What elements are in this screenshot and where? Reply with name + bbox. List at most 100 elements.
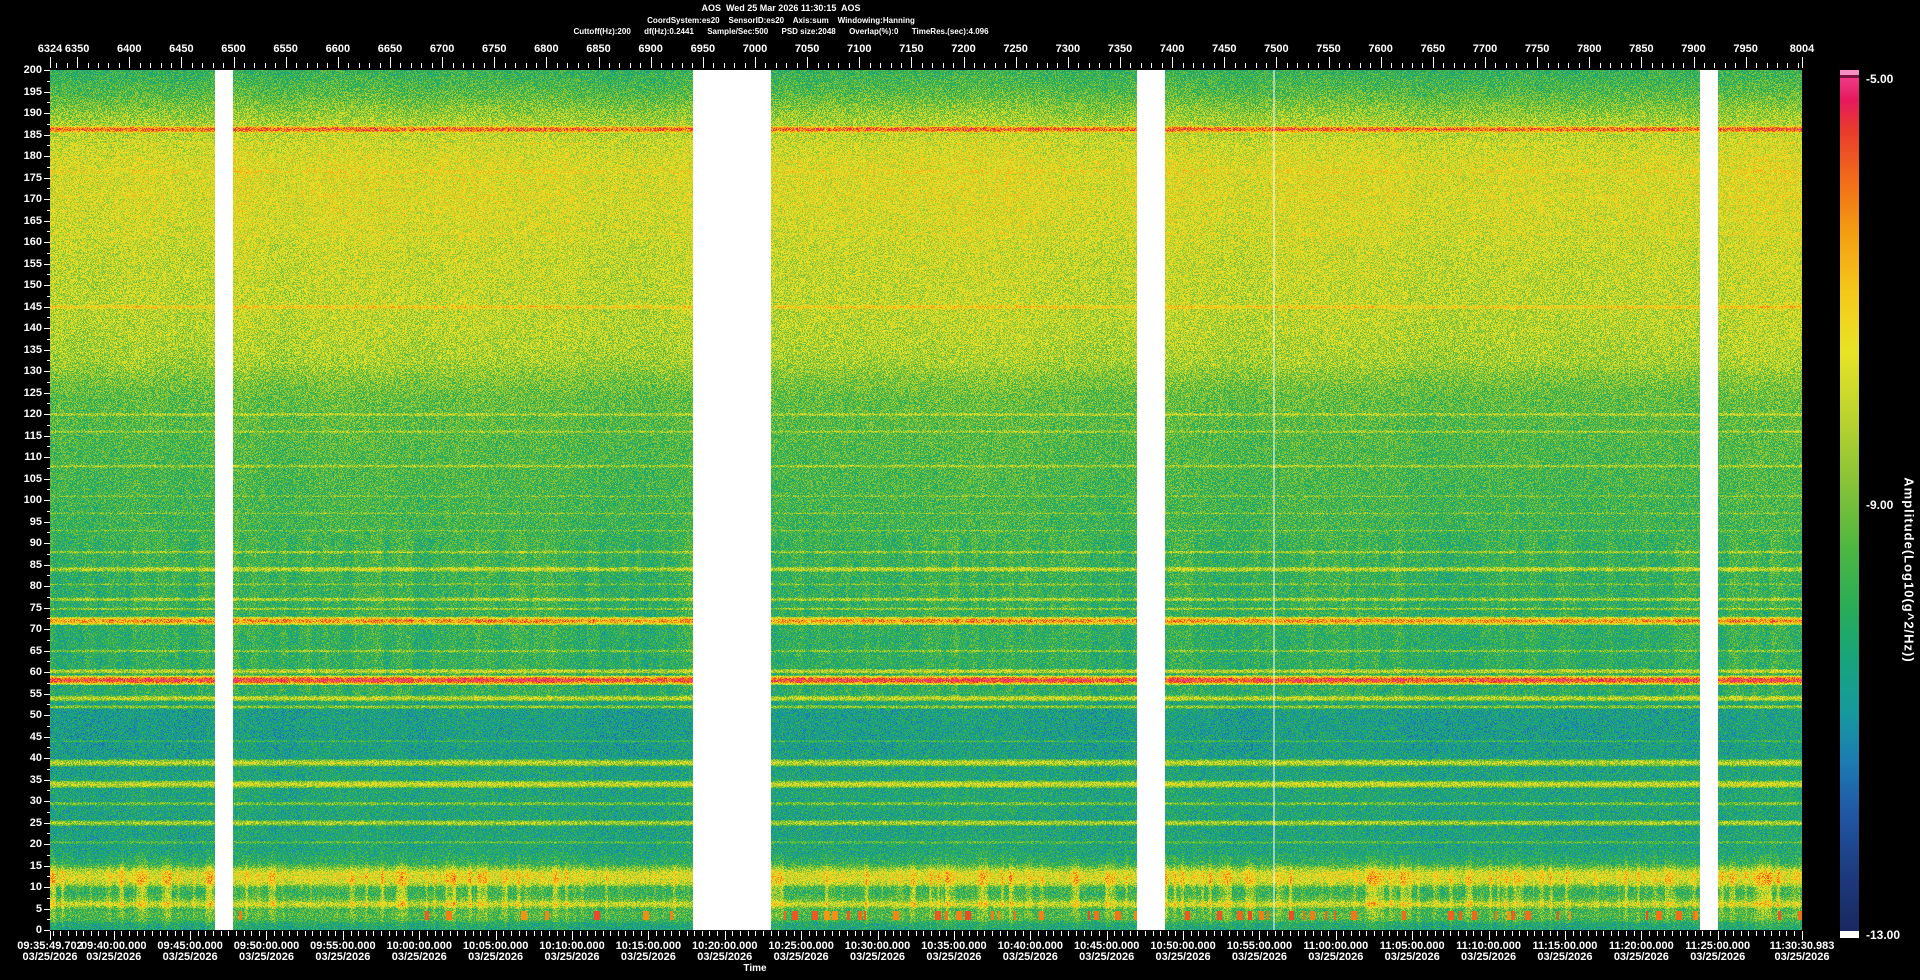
top-axis-minor-tick — [891, 63, 892, 68]
time-axis-minor-tick — [1137, 931, 1138, 936]
top-axis-minor-tick — [849, 63, 850, 68]
time-axis-minor-tick — [68, 931, 69, 936]
freq-axis-minor-tick — [47, 898, 50, 899]
time-axis-minor-tick — [1030, 931, 1031, 936]
time-axis-minor-tick — [786, 931, 787, 936]
top-axis-minor-tick — [1714, 63, 1715, 68]
top-axis-minor-tick — [1527, 63, 1528, 68]
time-axis-minor-tick — [923, 931, 924, 936]
freq-axis-major-tick — [44, 909, 50, 910]
top-axis-minor-tick — [98, 63, 99, 68]
freq-axis-major-tick — [44, 156, 50, 157]
top-axis-tick-label: 6324 — [37, 43, 63, 55]
top-axis-minor-tick — [223, 63, 224, 68]
top-axis-tick-label: 7050 — [794, 43, 820, 55]
top-axis-minor-tick — [567, 63, 568, 68]
top-axis-minor-tick — [317, 63, 318, 68]
time-axis-minor-tick — [794, 931, 795, 936]
top-axis-minor-tick — [1610, 63, 1611, 68]
freq-axis-minor-tick — [47, 683, 50, 684]
top-axis-tick-label: 7600 — [1368, 43, 1393, 55]
top-axis-minor-tick — [484, 63, 485, 68]
freq-axis-minor-tick — [47, 167, 50, 168]
top-axis-minor-tick — [1183, 63, 1184, 68]
freq-axis-tick-label: 120 — [23, 408, 42, 420]
freq-axis-tick-label: 0 — [35, 924, 42, 936]
time-axis-minor-tick — [1114, 931, 1115, 936]
time-axis-minor-tick — [1046, 931, 1047, 936]
time-axis-minor-tick — [984, 931, 985, 936]
time-axis-tick-date: 03/25/2026 — [238, 951, 295, 963]
top-axis-minor-tick — [369, 63, 370, 68]
time-axis-minor-tick — [259, 931, 260, 936]
spectrogram-canvas — [50, 70, 1802, 930]
top-axis-tick-label: 7450 — [1212, 43, 1237, 55]
top-axis-minor-tick — [870, 63, 871, 68]
time-axis-minor-tick — [114, 931, 115, 936]
time-axis-minor-tick — [1557, 931, 1558, 936]
time-axis-minor-tick — [1252, 931, 1253, 936]
top-axis-minor-tick — [1005, 63, 1006, 68]
time-axis-minor-tick — [1099, 931, 1100, 936]
top-axis-minor-tick — [1193, 63, 1194, 68]
time-axis-minor-tick — [1130, 931, 1131, 936]
freq-axis-minor-tick — [47, 317, 50, 318]
time-axis-minor-tick — [862, 931, 863, 936]
freq-axis-tick-label: 10 — [29, 881, 42, 893]
time-axis-minor-tick — [1695, 931, 1696, 936]
time-axis-minor-tick — [1382, 931, 1383, 936]
time-axis-tick-date: 03/25/2026 — [1690, 951, 1746, 963]
top-axis-minor-tick — [1151, 63, 1152, 68]
top-axis-tick-label: 7200 — [951, 43, 976, 55]
time-axis-minor-tick — [1198, 931, 1199, 936]
time-axis-minor-tick — [1000, 931, 1001, 936]
top-axis-minor-tick — [348, 63, 349, 68]
time-axis-minor-tick — [328, 931, 329, 936]
top-axis-minor-tick — [1454, 63, 1455, 68]
top-axis-minor-tick — [1099, 63, 1100, 68]
top-axis-minor-tick — [588, 63, 589, 68]
time-axis-minor-tick — [679, 931, 680, 936]
time-axis-minor-tick — [381, 931, 382, 936]
time-axis-minor-tick — [1153, 931, 1154, 936]
time-axis-minor-tick — [1290, 931, 1291, 936]
time-axis-minor-tick — [152, 931, 153, 936]
time-axis-minor-tick — [1091, 931, 1092, 936]
freq-axis-tick-label: 40 — [29, 752, 42, 764]
top-axis-major-tick — [1276, 57, 1277, 68]
time-axis-minor-tick — [541, 931, 542, 936]
time-axis-minor-tick — [1725, 931, 1726, 936]
freq-axis-major-tick — [44, 737, 50, 738]
freq-axis-major-tick — [44, 715, 50, 716]
freq-axis-major-tick — [44, 221, 50, 222]
top-axis-minor-tick — [901, 63, 902, 68]
top-axis-minor-tick — [818, 63, 819, 68]
time-axis-minor-tick — [1412, 931, 1413, 936]
top-axis-minor-tick — [640, 63, 641, 68]
time-axis-minor-tick — [1710, 931, 1711, 936]
top-axis-minor-tick — [1339, 63, 1340, 68]
time-axis-minor-tick — [664, 931, 665, 936]
time-axis-minor-tick — [687, 931, 688, 936]
freq-axis-major-tick — [44, 264, 50, 265]
top-axis-minor-tick — [1057, 63, 1058, 68]
time-axis-minor-tick — [1435, 931, 1436, 936]
top-axis-minor-tick — [1308, 63, 1309, 68]
top-axis-tick-label: 7950 — [1733, 43, 1758, 55]
time-axis-minor-tick — [900, 931, 901, 936]
time-axis-minor-tick — [572, 931, 573, 936]
top-axis-minor-tick — [119, 63, 120, 68]
time-axis-minor-tick — [205, 931, 206, 936]
time-axis-minor-tick — [969, 931, 970, 936]
top-axis-tick-label: 7100 — [847, 43, 872, 55]
time-axis-tick-date: 03/25/2026 — [162, 951, 218, 963]
time-axis-minor-tick — [182, 931, 183, 936]
freq-axis-minor-tick — [47, 468, 50, 469]
time-axis-minor-tick — [144, 931, 145, 936]
freq-axis-tick-label: 160 — [23, 236, 42, 248]
freq-axis-major-tick — [44, 694, 50, 695]
top-axis-minor-tick — [244, 63, 245, 68]
time-axis-minor-tick — [335, 931, 336, 936]
time-axis-minor-tick — [1298, 931, 1299, 936]
time-axis-minor-tick — [129, 931, 130, 936]
